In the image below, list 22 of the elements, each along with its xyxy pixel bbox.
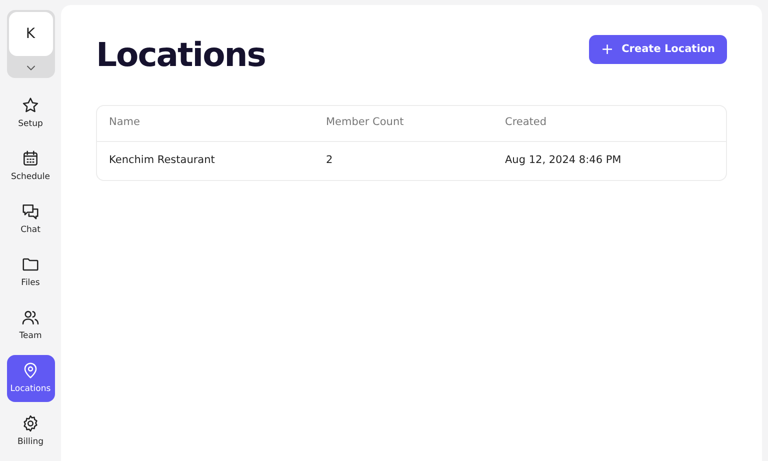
table-cell: 2 — [326, 154, 333, 166]
nav-item[interactable]: Billing — [6, 408, 54, 455]
table-cell: Kenchim Restaurant — [109, 154, 215, 166]
nav-item[interactable]: Chat — [6, 196, 54, 243]
nav-item[interactable]: Files — [6, 249, 54, 296]
nav-item[interactable]: Setup — [6, 90, 54, 137]
workspace-switcher[interactable]: K — [6, 10, 54, 78]
column-header: Created — [505, 116, 547, 128]
table-cell: Aug 12, 2024 8:46 PM — [505, 154, 622, 166]
create-location-button[interactable]: + Create Location — [589, 35, 727, 64]
people-icon — [21, 308, 40, 328]
nav-item[interactable]: Schedule — [6, 143, 54, 190]
column-header: Member Count — [326, 116, 404, 128]
plus-icon: + — [601, 38, 614, 61]
nav-item[interactable]: Locations — [6, 355, 54, 402]
nav-item[interactable]: Team — [6, 302, 54, 349]
page-title: Locations — [96, 35, 266, 75]
chat-icon — [21, 202, 40, 222]
column-header: Name — [109, 116, 140, 128]
calendar-icon — [21, 149, 40, 168]
settings-icon — [21, 414, 40, 434]
workspace-avatar: K — [8, 12, 52, 56]
